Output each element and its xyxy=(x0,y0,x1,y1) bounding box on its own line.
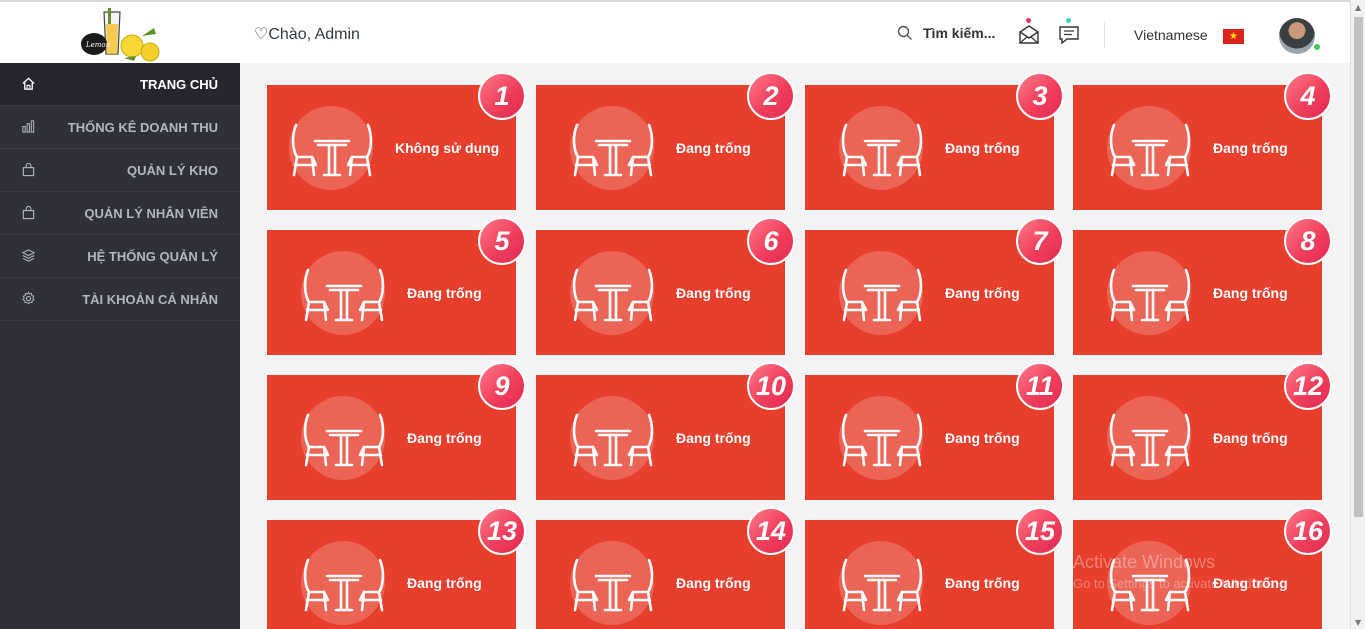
table-number-badge: 7 xyxy=(1016,217,1064,265)
dining-table-icon xyxy=(568,556,658,612)
lemon-logo[interactable]: Lemon xyxy=(74,6,166,62)
vietnam-flag-icon[interactable]: ★ xyxy=(1223,29,1244,44)
dining-table-icon xyxy=(568,411,658,467)
greeting-label: Chào, Admin xyxy=(268,26,360,43)
table-status-label: Đang trống xyxy=(407,430,482,446)
table-status-label: Đang trống xyxy=(676,285,751,301)
sidebar-item-account[interactable]: TÀI KHOẢN CÁ NHÂN xyxy=(0,278,240,321)
scroll-up-arrow[interactable]: ▲ xyxy=(1355,3,1361,12)
home-icon xyxy=(22,77,35,90)
sidebar-item-inventory[interactable]: QUẢN LÝ KHO xyxy=(0,149,240,192)
online-status-dot xyxy=(1313,43,1321,51)
table-status-label: Đang trống xyxy=(945,575,1020,591)
dining-table-icon xyxy=(837,121,927,177)
sidebar: TRANG CHỦ THỐNG KÊ DOANH THU QUẢN LÝ KHO… xyxy=(0,63,240,629)
table-number-badge: 6 xyxy=(747,217,795,265)
table-status-label: Không sử dụng xyxy=(395,140,500,156)
table-status-label: Đang trống xyxy=(407,285,482,301)
mail-notification-dot xyxy=(1026,18,1031,23)
dining-table-icon xyxy=(837,556,927,612)
table-number-badge: 11 xyxy=(1016,362,1064,410)
table-number-badge: 12 xyxy=(1284,362,1332,410)
sidebar-item-label: QUẢN LÝ NHÂN VIÊN xyxy=(84,205,218,221)
table-status-label: Đang trống xyxy=(407,575,482,591)
dining-table-icon xyxy=(299,411,389,467)
sidebar-item-label: QUẢN LÝ KHO xyxy=(127,162,218,178)
heart-icon: ♡ xyxy=(254,24,269,43)
search-box[interactable]: Tìm kiếm... xyxy=(897,25,995,41)
table-status-label: Đang trống xyxy=(1213,430,1288,446)
chat-icon[interactable] xyxy=(1057,22,1081,46)
user-avatar[interactable] xyxy=(1279,18,1315,54)
table-status-label: Đang trống xyxy=(945,430,1020,446)
dining-table-icon xyxy=(1105,121,1195,177)
scrollbar-thumb[interactable] xyxy=(1354,17,1363,517)
table-number-badge: 14 xyxy=(747,507,795,555)
sidebar-item-label: TRANG CHỦ xyxy=(140,76,218,92)
table-status-label: Đang trống xyxy=(676,140,751,156)
watermark-subtitle: Go to Settings to activate Windows. xyxy=(1073,576,1279,591)
table-status-label: Đang trống xyxy=(676,575,751,591)
table-number-badge: 15 xyxy=(1016,507,1064,555)
gear-icon xyxy=(22,291,35,305)
chat-notification-dot xyxy=(1066,18,1071,23)
dining-table-icon xyxy=(1105,266,1195,322)
dining-table-icon xyxy=(837,266,927,322)
header-divider xyxy=(1104,22,1105,48)
watermark-title: Activate Windows xyxy=(1073,552,1216,572)
table-number-badge: 9 xyxy=(478,362,526,410)
sidebar-item-label: HỆ THỐNG QUẢN LÝ xyxy=(87,248,218,264)
sidebar-item-home[interactable]: TRANG CHỦ xyxy=(0,63,240,106)
scroll-down-arrow[interactable]: ▼ xyxy=(1355,618,1361,627)
dining-table-icon xyxy=(1105,411,1195,467)
table-status-label: Đang trống xyxy=(945,140,1020,156)
top-bar: Lemon ♡Chào, Admin Tìm kiếm... Vietnames… xyxy=(0,0,1350,63)
sidebar-item-revenue-stats[interactable]: THỐNG KÊ DOANH THU xyxy=(0,106,240,149)
table-number-badge: 2 xyxy=(747,72,795,120)
table-status-label: Đang trống xyxy=(1213,140,1288,156)
dining-table-icon xyxy=(837,411,927,467)
dining-table-icon xyxy=(568,266,658,322)
mail-icon[interactable] xyxy=(1017,22,1041,46)
bag-icon xyxy=(22,205,35,220)
table-number-badge: 5 xyxy=(478,217,526,265)
svg-text:Lemon: Lemon xyxy=(85,41,111,49)
activate-windows-watermark: Activate Windows Go to Settings to activ… xyxy=(1073,552,1278,591)
table-number-badge: 13 xyxy=(478,507,526,555)
bag-icon xyxy=(22,162,35,177)
table-number-badge: 4 xyxy=(1284,72,1332,120)
sidebar-item-label: THỐNG KÊ DOANH THU xyxy=(67,119,218,135)
table-number-badge: 1 xyxy=(478,72,526,120)
table-number-badge: 8 xyxy=(1284,217,1332,265)
language-selector[interactable]: Vietnamese xyxy=(1134,27,1208,43)
sidebar-item-management-system[interactable]: HỆ THỐNG QUẢN LÝ xyxy=(0,235,240,278)
table-status-label: Đang trống xyxy=(1213,285,1288,301)
table-status-label: Đang trống xyxy=(676,430,751,446)
sidebar-item-label: TÀI KHOẢN CÁ NHÂN xyxy=(82,291,218,307)
bar-chart-icon xyxy=(22,120,35,133)
page-scrollbar[interactable]: ▲ ▼ xyxy=(1350,0,1365,629)
dining-table-icon xyxy=(299,556,389,612)
sidebar-item-staff[interactable]: QUẢN LÝ NHÂN VIÊN xyxy=(0,192,240,235)
table-number-badge: 16 xyxy=(1284,507,1332,555)
greeting-text: ♡Chào, Admin xyxy=(254,24,360,44)
search-icon[interactable] xyxy=(897,25,913,41)
dining-table-icon xyxy=(299,266,389,322)
search-label[interactable]: Tìm kiếm... xyxy=(923,25,995,41)
layers-icon xyxy=(21,249,36,262)
table-status-label: Đang trống xyxy=(945,285,1020,301)
table-number-badge: 10 xyxy=(747,362,795,410)
table-number-badge: 3 xyxy=(1016,72,1064,120)
dining-table-icon xyxy=(568,121,658,177)
dining-table-icon xyxy=(287,121,377,177)
